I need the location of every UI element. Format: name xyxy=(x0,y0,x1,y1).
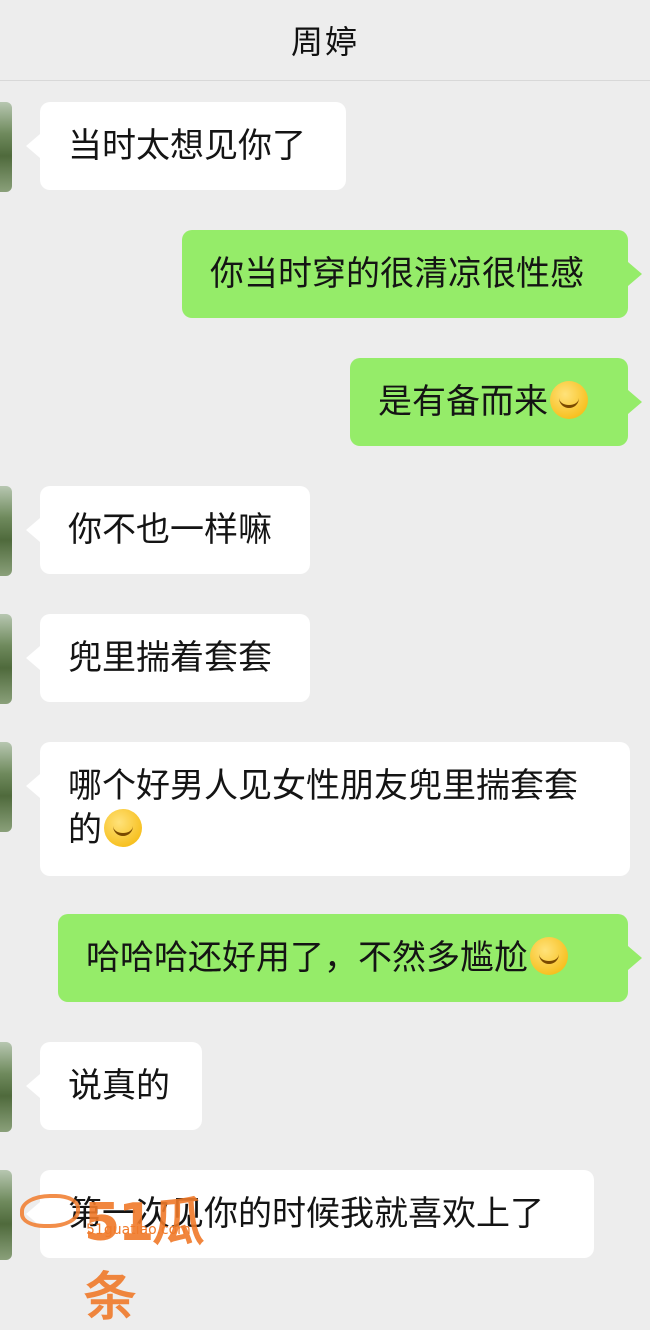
face-emoji-icon xyxy=(104,809,142,847)
message-text: 当时太想见你了 xyxy=(68,126,306,166)
message-bubble-received[interactable]: 说真的 xyxy=(26,1042,202,1130)
face-emoji-icon xyxy=(530,937,568,975)
message-bubble-received[interactable]: 你不也一样嘛 xyxy=(26,486,310,574)
message-bubble-sent[interactable]: 哈哈哈还好用了，不然多尴尬 xyxy=(58,914,642,1002)
message-bubble-sent[interactable]: 你当时穿的很清凉很性感 xyxy=(182,230,642,318)
contact-avatar[interactable] xyxy=(0,102,12,192)
fish-logo-icon xyxy=(20,1194,80,1228)
message-text: 说真的 xyxy=(68,1066,170,1106)
message-text: 兜里揣着套套 xyxy=(68,638,272,678)
message-text: 是有备而来 xyxy=(378,382,548,422)
chat-header: 周婷 xyxy=(0,0,650,81)
message-text: 你不也一样嘛 xyxy=(68,510,272,550)
watermark-site-text: 51guatiao.com xyxy=(86,1222,191,1238)
contact-avatar[interactable] xyxy=(0,614,12,704)
face-emoji-icon xyxy=(550,381,588,419)
watermark-logo-text: 51瓜条 xyxy=(84,1193,204,1328)
message-bubble-received[interactable]: 哪个好男人见女性朋友兜里揣套套的 xyxy=(26,742,630,876)
message-bubble-received[interactable]: 当时太想见你了 xyxy=(26,102,346,190)
site-watermark: 51瓜条 51guatiao.com xyxy=(20,1180,220,1328)
contact-avatar[interactable] xyxy=(0,742,12,832)
contact-avatar[interactable] xyxy=(0,486,12,576)
message-bubble-sent[interactable]: 是有备而来 xyxy=(350,358,642,446)
message-text: 哈哈哈还好用了，不然多尴尬 xyxy=(86,938,528,978)
contact-name: 周婷 xyxy=(290,23,359,61)
message-bubble-received[interactable]: 兜里揣着套套 xyxy=(26,614,310,702)
message-text: 你当时穿的很清凉很性感 xyxy=(210,254,584,294)
contact-avatar[interactable] xyxy=(0,1170,12,1260)
contact-avatar[interactable] xyxy=(0,1042,12,1132)
message-text: 哪个好男人见女性朋友兜里揣套套的 xyxy=(68,766,578,850)
